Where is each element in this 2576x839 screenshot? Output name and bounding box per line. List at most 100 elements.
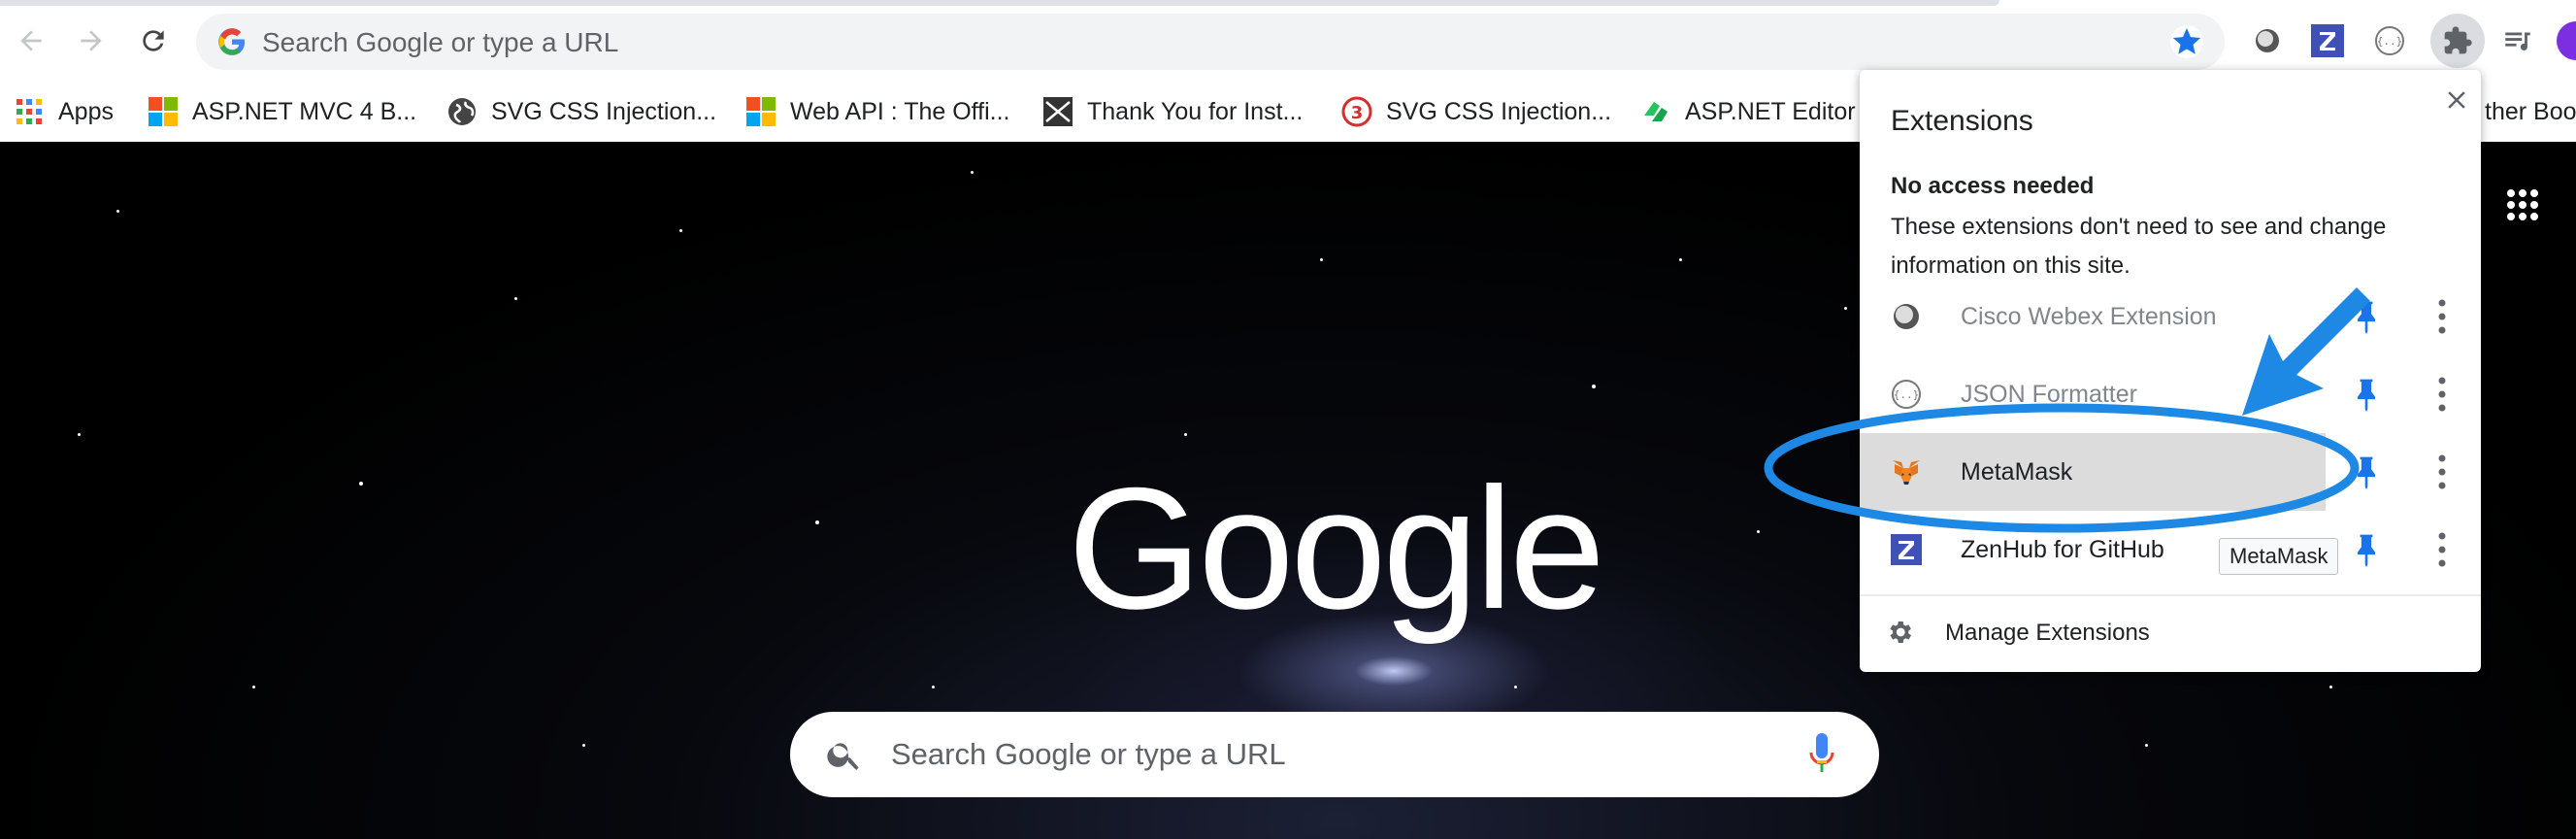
pin-icon[interactable] [2351, 377, 2382, 412]
globe-icon [448, 98, 476, 125]
bookmark-svg-css-injection-2[interactable]: 3 SVG CSS Injection... [1341, 82, 1611, 142]
microsoft-logo-icon [746, 97, 776, 126]
webex-icon [2256, 29, 2279, 52]
background-star [1320, 258, 1323, 261]
bookmark-web-api[interactable]: Web API : The Offi... [745, 82, 1010, 142]
extension-name: Cisco Webex Extension [1961, 303, 2217, 330]
extensions-menu-title: Extensions [1891, 105, 2033, 137]
background-star [2329, 686, 2332, 688]
ntp-search-box[interactable]: Search Google or type a URL [790, 712, 1879, 797]
svg-text:{..}: {..} [2377, 35, 2403, 48]
reload-button[interactable] [134, 21, 173, 60]
address-bar-placeholder: Search Google or type a URL [262, 27, 619, 57]
reload-icon [143, 30, 164, 51]
extension-name: MetaMask [1961, 458, 2073, 486]
background-star [1514, 686, 1517, 688]
manage-extensions-label: Manage Extensions [1945, 620, 2150, 646]
bookmark-label: ASP.NET MVC 4 B... [192, 97, 417, 125]
section-heading: No access needed [1891, 173, 2095, 199]
bookmark-label: Apps [58, 97, 114, 125]
background-star [116, 210, 119, 213]
extensions-menu: Extensions No access needed These extens… [1860, 70, 2481, 672]
ntp-search-placeholder: Search Google or type a URL [891, 737, 1286, 771]
bookmark-thank-you[interactable]: Thank You for Inst... [1042, 82, 1303, 142]
bookmark-label: Thank You for Inst... [1087, 97, 1304, 125]
google-g-icon [218, 28, 246, 55]
webex-icon [1894, 304, 1919, 329]
background-star [971, 171, 974, 174]
bookmark-label: ther Boo [2485, 97, 2576, 125]
pin-icon[interactable] [2351, 532, 2382, 567]
extension-row-webex[interactable]: Cisco Webex Extension [1860, 278, 2481, 355]
bookmark-label: SVG CSS Injection... [491, 97, 717, 125]
zenhub-toolbar-icon[interactable] [2306, 19, 2349, 62]
bookmark-label: SVG CSS Injection... [1386, 97, 1612, 125]
json-formatter-toolbar-icon[interactable]: {..} [2368, 19, 2411, 62]
json-formatter-icon: {..} [1892, 380, 1921, 409]
bookmark-label: Web API : The Offi... [790, 97, 1010, 125]
bookmark-apps[interactable]: Apps [14, 82, 114, 142]
svg-text:{..}: {..} [1894, 388, 1920, 401]
extension-row-json-formatter[interactable]: {..} JSON Formatter [1860, 355, 2481, 433]
search-icon [827, 743, 859, 770]
background-star [815, 520, 819, 524]
reading-list-button[interactable] [2496, 19, 2539, 62]
background-star [359, 482, 363, 486]
background-star [932, 686, 935, 688]
tab-strip [0, 0, 1999, 6]
bookmark-aspnet-editor[interactable]: ASP.NET Editor [1640, 82, 1856, 142]
back-arrow-icon [20, 30, 42, 51]
microsoft-logo-icon [149, 97, 178, 126]
forward-arrow-icon [81, 30, 102, 51]
address-bar[interactable]: Search Google or type a URL [196, 14, 2225, 70]
numbered-badge-icon: 3 [1341, 96, 1372, 127]
webex-toolbar-icon[interactable] [2246, 19, 2289, 62]
metamask-fox-icon [1893, 460, 1920, 485]
google-logo: Google [1068, 452, 1605, 645]
svg-text:3: 3 [1351, 103, 1364, 123]
zenhub-icon [2311, 24, 2344, 57]
background-star [78, 433, 81, 436]
bookmark-label: ASP.NET Editor [1685, 97, 1856, 125]
microphone-icon[interactable] [1805, 731, 1838, 778]
background-star [2145, 744, 2148, 747]
more-options-icon[interactable] [2438, 375, 2446, 414]
background-star [582, 744, 585, 747]
json-formatter-icon: {..} [2375, 26, 2404, 55]
pin-icon[interactable] [2351, 299, 2382, 334]
background-star [679, 229, 682, 232]
bookmark-aspnet-mvc[interactable]: ASP.NET MVC 4 B... [148, 82, 416, 142]
forward-button[interactable] [72, 21, 111, 60]
media-queue-icon [2505, 32, 2530, 50]
envelope-icon [1043, 97, 1073, 126]
zenhub-icon [1891, 534, 1922, 565]
green-logo-icon [1644, 102, 1668, 121]
extensions-button[interactable] [2430, 14, 2485, 68]
more-options-icon[interactable] [2438, 530, 2446, 569]
google-apps-icon[interactable] [2506, 188, 2539, 221]
extension-row-zenhub[interactable]: ZenHub for GitHub [1860, 511, 2481, 588]
extension-name: JSON Formatter [1961, 381, 2137, 408]
pin-icon[interactable] [2351, 454, 2382, 489]
bookmark-other-bookmarks[interactable]: ther Boo [2485, 82, 2576, 142]
manage-extensions-button[interactable]: Manage Extensions [1860, 596, 2481, 672]
background-star [514, 297, 517, 300]
gear-icon [1890, 621, 1911, 643]
close-icon[interactable] [2442, 85, 2471, 115]
more-options-icon[interactable] [2438, 297, 2446, 336]
background-star [1184, 433, 1187, 436]
back-button[interactable] [12, 21, 50, 60]
background-star [1757, 530, 1760, 533]
profile-avatar[interactable] [2557, 21, 2576, 60]
background-star [252, 686, 255, 688]
section-description: These extensions don't need to see and c… [1891, 214, 2387, 279]
bookmark-svg-css-injection[interactable]: SVG CSS Injection... [446, 82, 716, 142]
metamask-tooltip: MetaMask [2219, 538, 2339, 575]
background-star [1844, 307, 1847, 310]
background-star [1592, 385, 1596, 388]
more-options-icon[interactable] [2438, 453, 2446, 491]
extension-name: ZenHub for GitHub [1961, 536, 2164, 563]
extension-row-metamask[interactable]: MetaMask [1860, 433, 2481, 511]
bookmark-star-icon[interactable] [2170, 25, 2203, 58]
row-hover-highlight [1860, 433, 2326, 511]
